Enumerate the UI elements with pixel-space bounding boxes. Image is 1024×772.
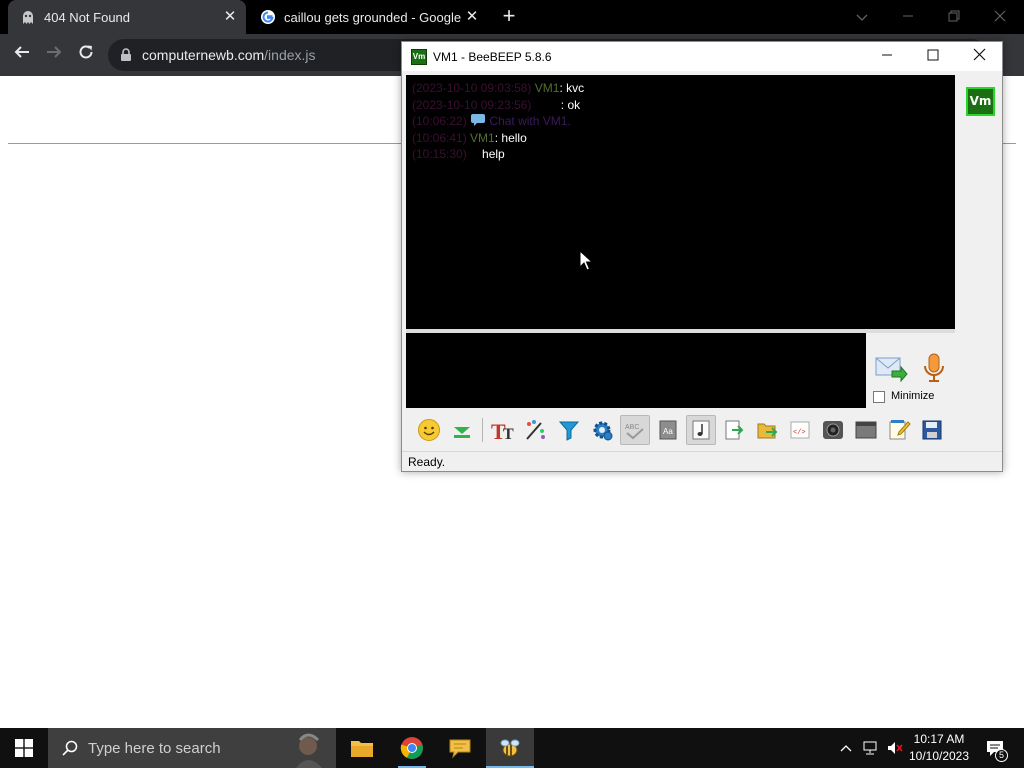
font-icon[interactable]: TT (488, 415, 518, 445)
send-file-icon[interactable] (752, 415, 782, 445)
status-bar: Ready. (402, 451, 1002, 471)
url-host: computernewb.com (142, 47, 265, 63)
message-text: help (482, 147, 505, 161)
close-icon[interactable] (978, 4, 1022, 30)
tab-404-not-found[interactable]: 404 Not Found ✕ (8, 0, 246, 34)
user-avatar[interactable]: Vm (966, 87, 995, 116)
chat-window-icon[interactable] (851, 415, 881, 445)
svg-text:Aa: Aa (663, 427, 673, 436)
chevron-up-icon[interactable] (836, 728, 856, 768)
tab-title: 404 Not Found (44, 9, 131, 25)
system-text: Chat with VM1. (489, 114, 571, 128)
color-palette-icon[interactable] (521, 415, 551, 445)
user-sidebar: Vm (956, 75, 1002, 408)
message-text: ok (567, 97, 581, 112)
lock-icon (120, 48, 134, 62)
close-tab-icon[interactable]: ✕ (464, 9, 480, 25)
message-user: VM1 (534, 81, 560, 95)
microphone-icon[interactable] (920, 351, 948, 385)
chat-app-icon[interactable] (436, 728, 484, 768)
minimize-icon[interactable] (886, 4, 930, 30)
chat-message: (2023-10-10 09:23:56) : ok (412, 97, 949, 114)
google-icon (260, 9, 276, 25)
notification-center-icon[interactable]: 5 (980, 728, 1010, 768)
chat-bubble-icon (470, 113, 486, 131)
toolbar-separator (482, 418, 483, 442)
message-input[interactable] (406, 333, 866, 408)
search-highlight-image (260, 728, 334, 768)
close-icon[interactable] (956, 42, 1002, 71)
file-explorer-icon[interactable] (338, 728, 386, 768)
chevron-down-icon[interactable] (840, 4, 884, 30)
collapse-icon[interactable] (447, 415, 477, 445)
spellcheck-icon[interactable]: ABC (620, 415, 650, 445)
clock-time: 10:17 AM (913, 732, 965, 746)
chat-message: (10:06:41) VM1: hello (412, 130, 949, 147)
maximize-icon[interactable] (910, 42, 956, 71)
tab-title: caillou gets grounded - Google S (284, 9, 464, 25)
emoticon-icon[interactable] (414, 415, 444, 445)
minimize-checkbox[interactable] (873, 391, 885, 403)
message-text: kvc (566, 81, 585, 95)
window-title: VM1 - BeeBEEP 5.8.6 (433, 49, 552, 64)
taskbar-search-box[interactable]: Type here to search (48, 728, 336, 768)
music-note-icon[interactable] (686, 415, 716, 445)
windows-taskbar: Type here to search 10:17 AM 10/10/2023 … (0, 728, 1024, 768)
message-timestamp: (2023-10-10 09:03:58) (412, 81, 532, 95)
screenshot-icon[interactable] (818, 415, 848, 445)
tab-google-search[interactable]: caillou gets grounded - Google S ✕ (250, 0, 488, 34)
windows-start-icon[interactable] (0, 728, 48, 768)
dictionary-icon[interactable]: Aa (653, 415, 683, 445)
browser-tabstrip: 404 Not Found ✕ caillou gets grounded - … (0, 0, 1024, 34)
svg-text:T: T (503, 426, 514, 442)
beebeep-window: Vm VM1 - BeeBEEP 5.8.6 (2023-10-10 09:03… (401, 41, 1003, 472)
minimize-icon[interactable] (864, 42, 910, 71)
url-path: /index.js (264, 47, 316, 63)
mouse-cursor-icon (579, 249, 594, 272)
ghost-icon (20, 9, 36, 25)
new-tab-button[interactable]: + (498, 5, 520, 28)
message-timestamp: (2023-10-10 09:23:56) (412, 97, 532, 112)
reload-icon[interactable] (73, 42, 99, 68)
forward-arrow-icon[interactable] (41, 42, 67, 68)
beebeep-titlebar[interactable]: Vm VM1 - BeeBEEP 5.8.6 (402, 42, 1002, 71)
beebeep-app-icon: Vm (411, 48, 427, 65)
message-user: VM1 (470, 130, 495, 145)
close-tab-icon[interactable]: ✕ (222, 9, 238, 25)
back-arrow-icon[interactable] (9, 42, 35, 68)
network-icon[interactable] (860, 728, 882, 768)
system-clock[interactable]: 10:17 AM 10/10/2023 (906, 731, 972, 765)
svg-text:</>: </> (793, 429, 806, 437)
search-placeholder: Type here to search (88, 739, 221, 757)
export-icon[interactable] (719, 415, 749, 445)
chat-message: (2023-10-10 09:03:58) VM1: kvc (412, 80, 949, 97)
edit-note-icon[interactable] (884, 415, 914, 445)
settings-gear-icon[interactable] (587, 415, 617, 445)
clock-date: 10/10/2023 (908, 749, 970, 763)
svg-text:ABC: ABC (625, 424, 639, 431)
notification-count-badge: 5 (995, 749, 1008, 762)
filter-icon[interactable] (554, 415, 584, 445)
chat-message: (10:15:30) help (412, 146, 949, 163)
save-icon[interactable] (917, 415, 947, 445)
message-timestamp: (10:06:41) (412, 130, 467, 145)
chat-toolbar: TT ABC Aa </> (406, 412, 1000, 448)
beebeep-taskbar-icon[interactable] (486, 728, 534, 768)
message-timestamp: (10:15:30) (412, 147, 467, 161)
send-message-icon[interactable] (874, 351, 908, 385)
minimize-label: Minimize (891, 390, 935, 402)
volume-muted-icon[interactable] (884, 728, 906, 768)
message-text: hello (501, 130, 527, 145)
search-icon (62, 740, 78, 756)
html-code-icon[interactable]: </> (785, 415, 815, 445)
message-timestamp: (10:06:22) (412, 114, 467, 128)
chrome-icon[interactable] (388, 728, 436, 768)
chat-system-message: (10:06:22) Chat with VM1. (412, 113, 949, 130)
chat-history[interactable]: (2023-10-10 09:03:58) VM1: kvc (2023-10-… (406, 75, 955, 329)
restore-icon[interactable] (932, 4, 976, 30)
